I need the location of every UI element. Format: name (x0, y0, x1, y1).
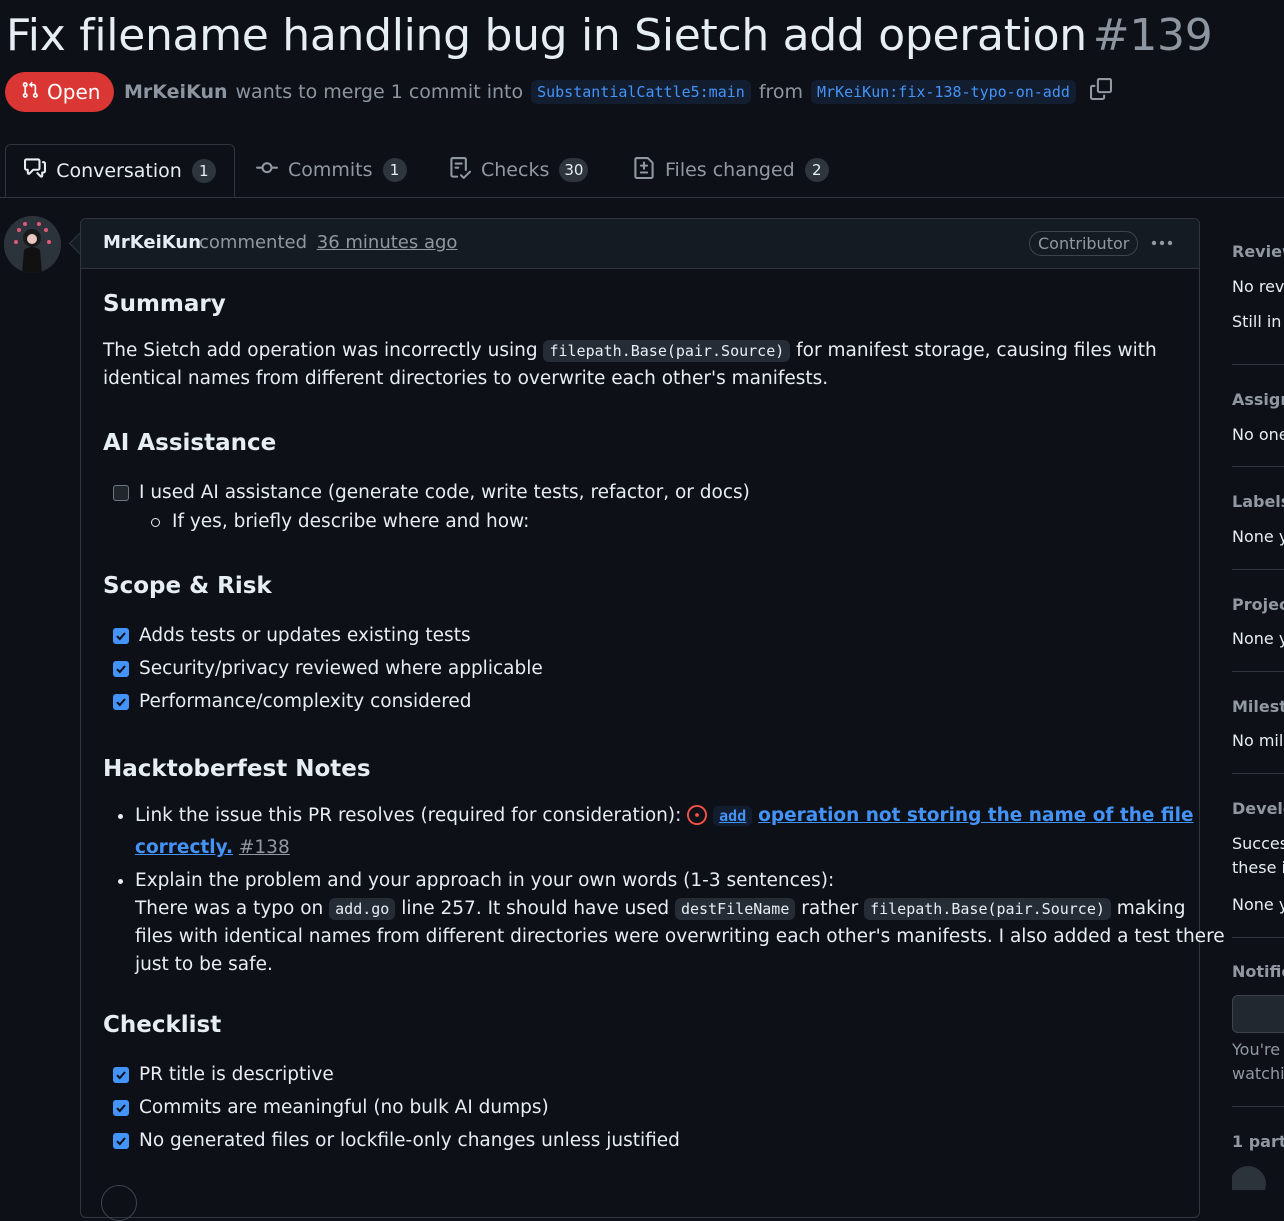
divider (1232, 569, 1284, 570)
list-item: Explain the problem and your approach in… (135, 867, 1225, 979)
scope-risk-section: Scope & Risk Adds tests or updates exist… (103, 569, 543, 718)
scope-risk-heading: Scope & Risk (103, 573, 272, 599)
divider (1232, 364, 1284, 365)
checkbox-item: Performance/complexity considered (113, 685, 543, 718)
divider (1232, 671, 1284, 672)
checkbox[interactable] (113, 1066, 129, 1083)
inline-code: destFileName (675, 898, 796, 920)
pr-description-comment: MrKeiKun commented 36 minutes ago Contri… (80, 218, 1225, 1221)
pr-author-link[interactable]: MrKeiKun (124, 81, 228, 103)
tab-counter: 30 (559, 158, 589, 182)
checkbox-item: I used AI assistance (generate code, wri… (113, 476, 750, 509)
kebab-menu-icon[interactable] (1149, 231, 1175, 255)
list-item: Link the issue this PR resolves (require… (135, 802, 1194, 862)
issue-open-icon (687, 805, 708, 834)
conversation-icon (24, 157, 47, 184)
assignees-heading[interactable]: Assign (1232, 390, 1284, 409)
commit-icon (256, 157, 278, 184)
checkbox-item: Adds tests or updates existing tests (113, 619, 543, 652)
comment-meta: commented 36 minutes ago (199, 232, 458, 253)
issue-link-code[interactable]: add (713, 806, 753, 826)
checks-icon (449, 156, 472, 184)
ai-assistance-section: AI Assistance I used AI assistance (gene… (103, 426, 750, 535)
copy-icon[interactable] (1089, 78, 1112, 105)
checkbox-item: PR title is descriptive (113, 1058, 680, 1091)
checkbox[interactable] (113, 1132, 129, 1149)
checkbox-item: No generated files or lockfile-only chan… (113, 1124, 680, 1157)
pr-sidebar: Review No revi Still in p Assign No one … (1232, 0, 1284, 1190)
participant-avatar[interactable] (1232, 1166, 1266, 1190)
summary-section: Summary The Sietch add operation was inc… (103, 287, 1157, 393)
contributor-badge: Contributor (1029, 231, 1139, 256)
list-item: If yes, briefly describe where and how: (151, 509, 750, 535)
milestone-heading[interactable]: Milesto (1232, 697, 1284, 716)
tab-commits[interactable]: Commits 1 (256, 144, 407, 196)
inline-code: filepath.Base(pair.Source) (864, 898, 1111, 920)
inline-code: add.go (329, 898, 396, 920)
checklist-heading: Checklist (103, 1012, 222, 1038)
checkbox[interactable] (113, 660, 129, 677)
reaction-button[interactable] (101, 1185, 137, 1221)
checkbox[interactable] (113, 693, 129, 710)
summary-heading: Summary (103, 291, 226, 317)
avatar[interactable] (4, 216, 61, 273)
reviewers-heading[interactable]: Review (1232, 242, 1284, 261)
inline-code: filepath.Base(pair.Source) (543, 340, 791, 362)
tab-counter: 1 (191, 158, 216, 183)
labels-heading[interactable]: Labels (1232, 492, 1284, 511)
comment-header: MrKeiKun commented 36 minutes ago Contri… (81, 219, 1199, 269)
tab-files-changed[interactable]: Files changed 2 (633, 144, 829, 196)
projects-heading[interactable]: Project (1232, 595, 1284, 614)
development-heading[interactable]: Develo (1232, 799, 1284, 818)
notifications-heading: Notific (1232, 962, 1284, 981)
subscribe-button[interactable] (1232, 995, 1284, 1033)
pull-request-icon (21, 80, 39, 105)
checkbox[interactable] (113, 484, 129, 501)
tab-checks[interactable]: Checks 30 (449, 144, 589, 196)
divider (1232, 773, 1284, 774)
file-diff-icon (633, 156, 655, 184)
divider (1232, 937, 1284, 938)
base-branch[interactable]: SubstantialCattle5:main (531, 79, 751, 104)
tab-counter: 1 (382, 158, 407, 182)
tab-conversation[interactable]: Conversation 1 (5, 144, 235, 197)
divider (1232, 466, 1284, 467)
tab-counter: 2 (804, 158, 829, 182)
pr-tabs: Conversation 1 Commits 1 Checks 30 Files… (0, 144, 1284, 198)
issue-number-link[interactable]: #138 (239, 837, 290, 858)
issue-link[interactable]: operation not storing the name of the fi… (758, 805, 1193, 826)
checkbox-item: Security/privacy reviewed where applicab… (113, 652, 543, 685)
comment-author-link[interactable]: MrKeiKun (103, 232, 201, 253)
checkbox[interactable] (113, 627, 129, 644)
bullet-icon (151, 517, 160, 527)
hacktoberfest-heading: Hacktoberfest Notes (103, 756, 371, 782)
divider (1232, 1106, 1284, 1107)
merge-description: MrKeiKun wants to merge 1 commit into Su… (124, 78, 1112, 105)
checkbox[interactable] (113, 1099, 129, 1116)
pr-state-badge: Open (5, 72, 115, 112)
pr-number: #139 (1092, 10, 1213, 61)
ai-assistance-heading: AI Assistance (103, 430, 277, 456)
issue-link[interactable]: correctly. (135, 837, 233, 858)
comment-timestamp-link[interactable]: 36 minutes ago (317, 232, 458, 253)
head-branch[interactable]: MrKeiKun:fix-138-typo-on-add (811, 79, 1076, 104)
hacktoberfest-section: Hacktoberfest Notes Link the issue this … (103, 752, 1225, 979)
participants-heading: 1 partic (1232, 1132, 1284, 1151)
checkbox-item: Commits are meaningful (no bulk AI dumps… (113, 1091, 680, 1124)
pr-title: Fix filename handling bug in Sietch add … (6, 10, 1213, 61)
checklist-section: Checklist PR title is descriptive Commit… (103, 1008, 680, 1157)
